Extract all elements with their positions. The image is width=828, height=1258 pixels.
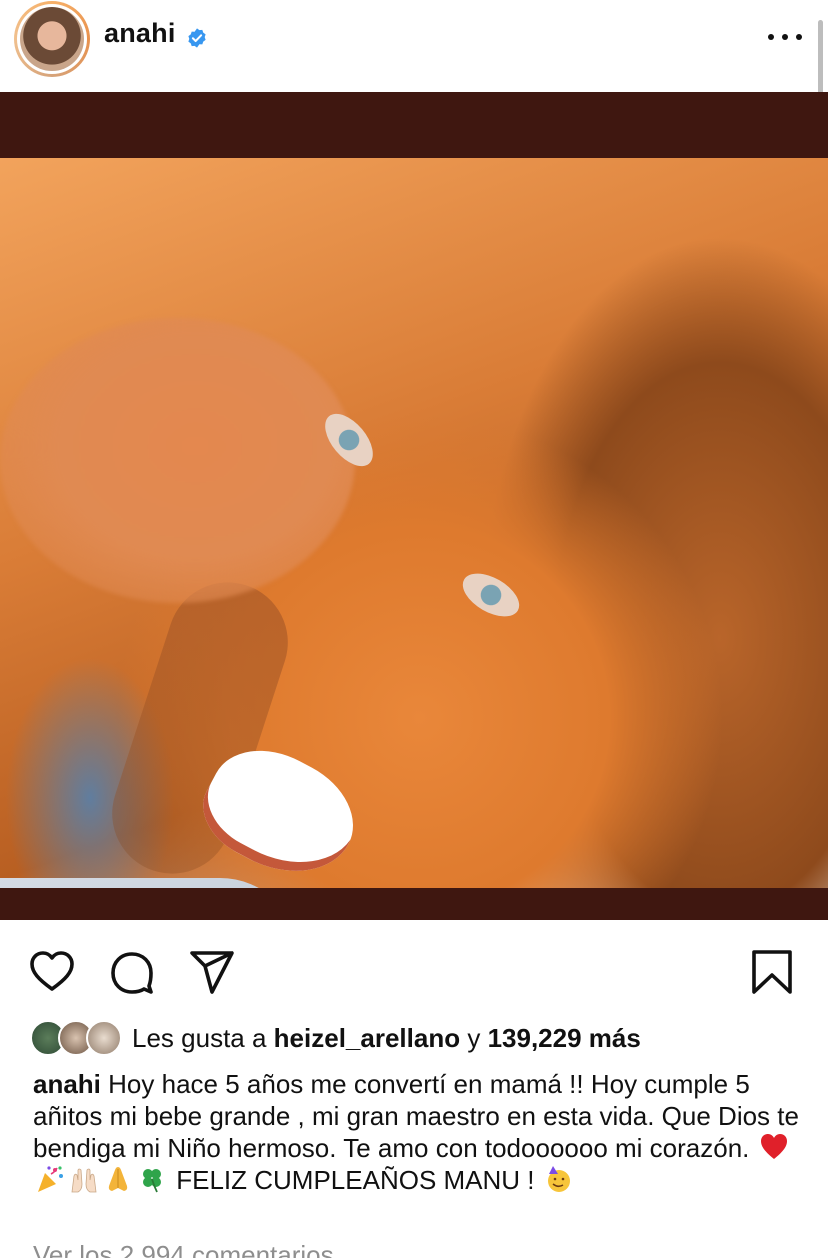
likes-count[interactable]: 139,229 más xyxy=(488,1023,641,1054)
raising-hands-emoji xyxy=(71,1168,97,1193)
caption-text-end: FELIZ CUMPLEAÑOS MANU ! xyxy=(176,1165,535,1195)
post-username[interactable]: anahi xyxy=(104,18,176,49)
comment-icon[interactable] xyxy=(108,948,156,996)
caption-author[interactable]: anahi xyxy=(33,1069,101,1099)
eye xyxy=(455,564,527,626)
post-caption: anahi Hoy hace 5 años me convertí en mam… xyxy=(33,1068,803,1196)
post-photo[interactable] xyxy=(0,158,828,888)
heart-icon[interactable] xyxy=(28,948,76,996)
likes-conjunction: y xyxy=(467,1022,481,1053)
more-options-icon[interactable] xyxy=(768,22,802,52)
caption-text: Hoy hace 5 años me convertí en mamá !! H… xyxy=(33,1069,799,1163)
four-leaf-clover-emoji xyxy=(143,1169,161,1193)
liker-avatar xyxy=(86,1020,122,1056)
party-popper-emoji xyxy=(38,1166,63,1192)
blurred-face xyxy=(0,318,355,603)
send-icon[interactable] xyxy=(188,948,236,996)
liker-avatars[interactable] xyxy=(30,1020,122,1056)
red-heart-emoji xyxy=(760,1134,787,1159)
avatar-image xyxy=(20,7,84,71)
verified-badge-icon xyxy=(188,28,206,48)
post-header: anahi xyxy=(0,0,828,92)
liker-username[interactable]: heizel_arellano xyxy=(274,1023,460,1054)
action-bar xyxy=(0,930,828,1010)
likes-prefix: Les gusta a xyxy=(132,1022,267,1053)
avatar[interactable] xyxy=(14,1,90,77)
bookmark-icon[interactable] xyxy=(748,948,796,996)
instagram-post: anahi Les gusta a heizel_arellano y 139,… xyxy=(0,0,828,1258)
likes-row: Les gusta a heizel_arellano y 139,229 má… xyxy=(30,1018,810,1058)
folded-hands-emoji xyxy=(108,1167,128,1191)
partying-face-emoji xyxy=(547,1166,570,1192)
view-comments-link[interactable]: Ver los 2,994 comentarios xyxy=(33,1240,334,1258)
